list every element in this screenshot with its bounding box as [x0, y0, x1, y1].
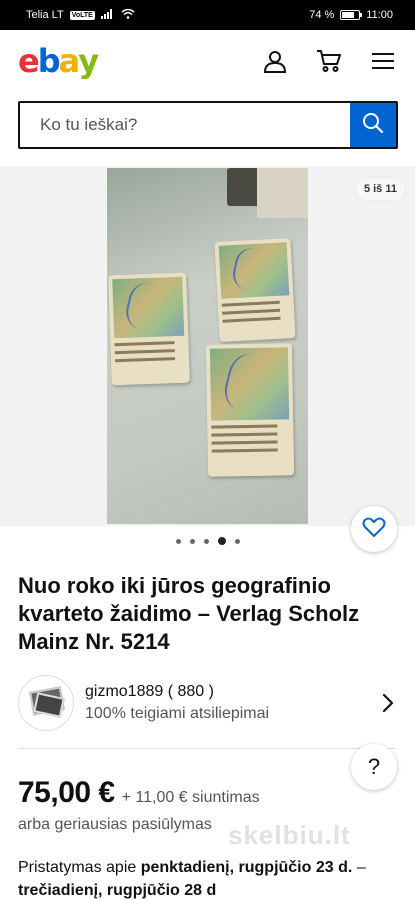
chevron-right-icon — [378, 691, 398, 715]
gallery-dot[interactable] — [203, 538, 209, 544]
heart-icon — [362, 516, 386, 543]
help-button[interactable]: ? — [351, 744, 397, 790]
card-top-right — [214, 238, 296, 342]
app-header: ebay — [0, 30, 415, 92]
watermark: skelbiu.lt — [228, 820, 351, 850]
delivery-to: trečiadienį, rugpjūčio 28 d — [18, 882, 217, 899]
price-row: 75,00 € + 11,00 € siuntimas — [18, 776, 260, 810]
logo-letter: a — [58, 42, 81, 80]
logo-letter: e — [18, 42, 40, 80]
seller-name: gizmo1889 ( 880 ) — [85, 683, 214, 700]
menu-icon[interactable] — [369, 47, 397, 75]
card-map — [112, 276, 185, 339]
image-counter: 5 iš 11 — [355, 178, 405, 200]
card-text-line — [211, 448, 279, 453]
search-icon — [362, 112, 384, 139]
card-text-line — [114, 341, 175, 347]
cart-icon[interactable] — [315, 47, 343, 75]
gallery-dot[interactable] — [175, 538, 181, 544]
card-left — [108, 272, 190, 386]
watch-button[interactable] — [351, 506, 397, 552]
divider — [18, 748, 396, 749]
delivery-from: penktadienį, rugpjūčio 23 d. — [140, 859, 353, 876]
card-text-line — [222, 309, 280, 316]
wifi-icon — [121, 8, 135, 22]
carrier-label: Telia LT — [26, 9, 64, 21]
gallery-dot-active[interactable] — [217, 537, 226, 545]
search-bar — [18, 101, 398, 149]
volte-badge: VoLTE — [69, 10, 95, 20]
seller-info: gizmo1889 ( 880 ) 100% teigiami atsiliep… — [85, 683, 378, 723]
card-text-line — [115, 357, 175, 363]
status-bar: Telia LT VoLTE 74 % 11:00 — [0, 0, 415, 30]
card-text-line — [211, 440, 278, 445]
card-text-line — [211, 432, 278, 437]
status-right: 74 % 11:00 — [309, 9, 393, 21]
search-input[interactable] — [20, 103, 350, 147]
seller-feedback: 100% teigiami atsiliepimai — [85, 705, 270, 722]
image-gallery[interactable] — [0, 166, 415, 526]
header-icons — [261, 47, 397, 75]
card-text-line — [114, 349, 175, 355]
delivery-prefix: Pristatymas apie — [18, 859, 141, 876]
status-left: Telia LT VoLTE — [26, 8, 135, 22]
box-label — [257, 168, 308, 218]
product-photo[interactable] — [107, 168, 308, 524]
gallery-dot[interactable] — [189, 538, 195, 544]
signal-icon — [100, 8, 115, 22]
card-map — [209, 347, 290, 421]
battery-icon — [340, 10, 363, 20]
card-text-line — [222, 317, 281, 324]
card-bottom-right — [205, 343, 295, 477]
seller-row[interactable]: gizmo1889 ( 880 ) 100% teigiami atsiliep… — [18, 672, 398, 734]
logo-letter: b — [37, 42, 61, 80]
card-text-line — [211, 424, 278, 429]
card-text-line — [221, 301, 280, 308]
search-button[interactable] — [350, 103, 396, 147]
card-map — [218, 242, 290, 300]
item-price: 75,00 € — [18, 776, 115, 809]
user-icon[interactable] — [261, 47, 289, 75]
shipping-cost: + 11,00 € siuntimas — [121, 789, 260, 806]
seller-avatar — [18, 675, 74, 731]
logo-letter: y — [78, 42, 99, 80]
gallery-dot[interactable] — [234, 538, 240, 544]
best-offer-text: arba geriausias pasiūlymas — [18, 816, 212, 833]
delivery-estimate: Pristatymas apie penktadienį, rugpjūčio … — [18, 856, 403, 900]
battery-percent: 74 % — [309, 9, 335, 21]
clock: 11:00 — [366, 9, 393, 21]
delivery-separator: – — [352, 859, 366, 876]
item-title: Nuo roko iki jūros geografinio kvarteto … — [18, 573, 360, 654]
ebay-logo[interactable]: ebay — [18, 42, 99, 80]
battery-fill — [342, 12, 355, 18]
